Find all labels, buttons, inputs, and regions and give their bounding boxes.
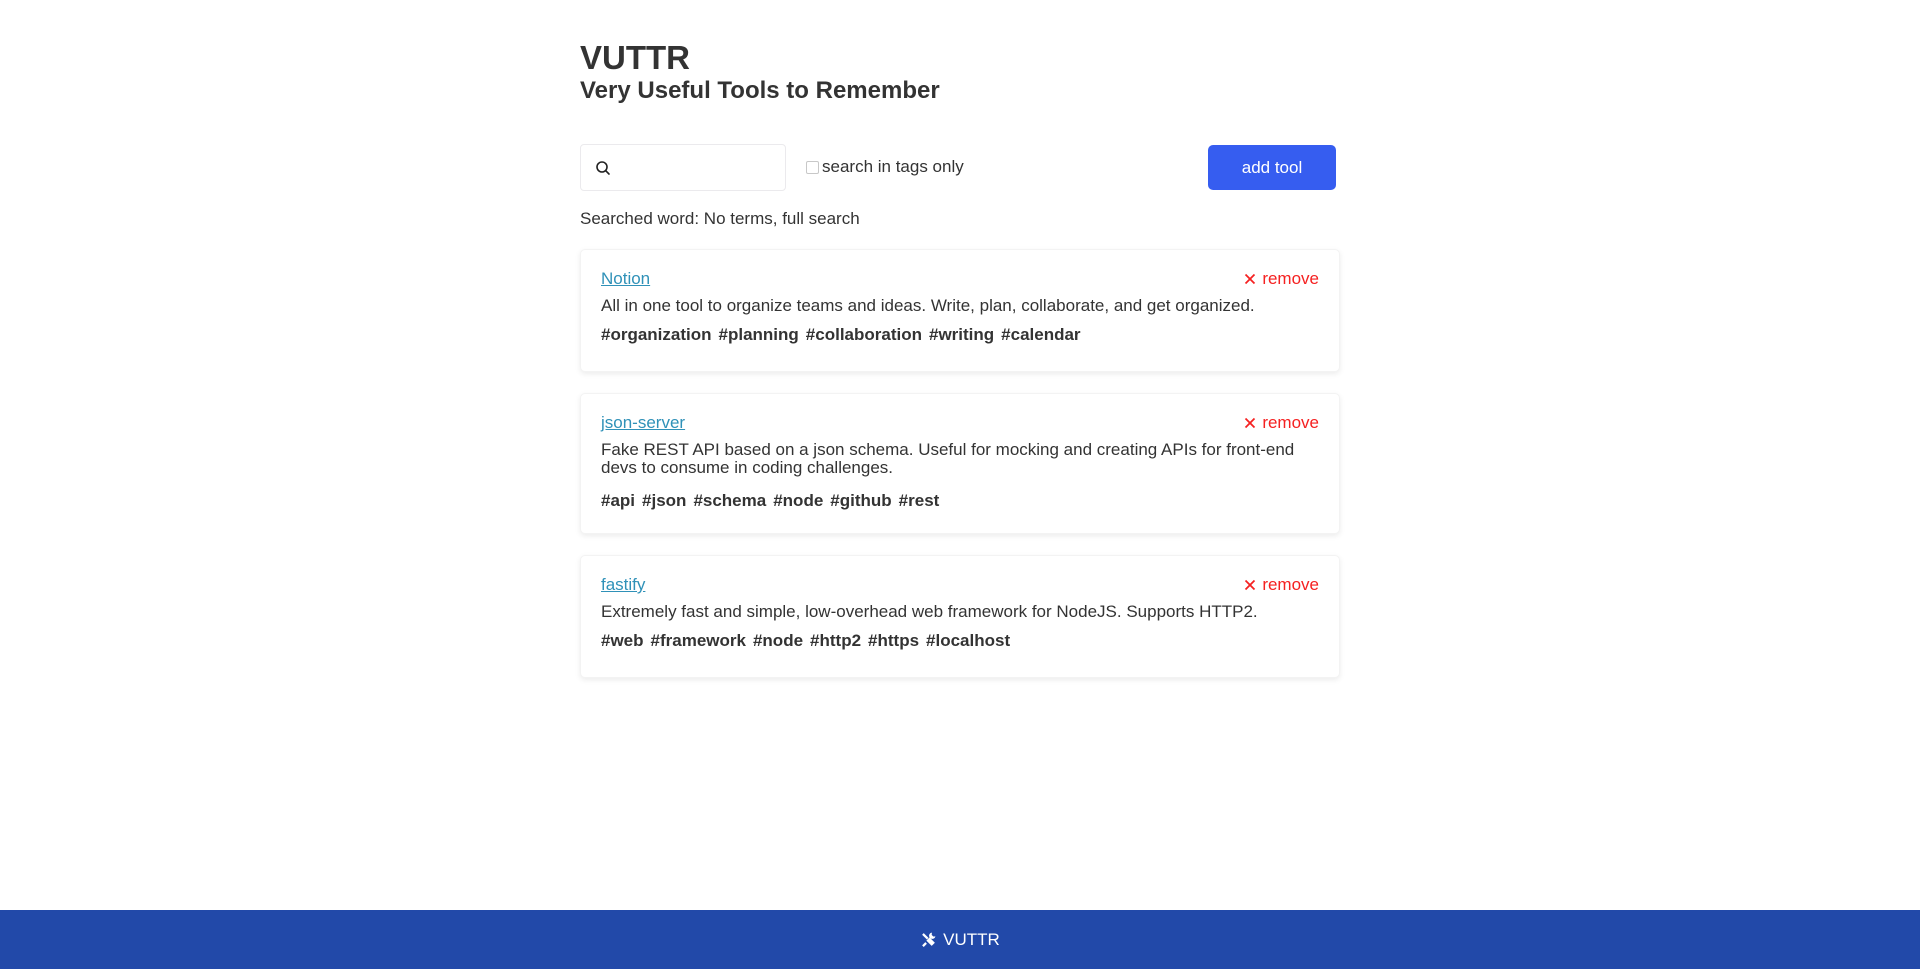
remove-tool-button[interactable]: remove	[1244, 413, 1319, 433]
remove-label: remove	[1262, 575, 1319, 594]
close-icon	[1245, 273, 1256, 285]
tool-tag: #localhost	[926, 631, 1011, 650]
tool-tag: #web	[601, 631, 644, 650]
search-icon	[596, 161, 610, 175]
remove-label: remove	[1262, 413, 1319, 432]
tool-tag: #node	[752, 631, 804, 650]
tool-tag: #calendar	[1001, 325, 1081, 344]
tools-icon	[922, 932, 936, 947]
tool-description: All in one tool to organize teams and id…	[601, 296, 1255, 315]
tool-description: Extremely fast and simple, low-overhead …	[601, 602, 1258, 621]
remove-tool-button[interactable]: remove	[1244, 269, 1319, 289]
tool-tag: #schema	[693, 491, 767, 510]
app-subtitle: Very Useful Tools to Remember	[580, 77, 940, 104]
tool-tag: #github	[830, 491, 892, 510]
search-status: Searched word: No terms, full search	[580, 209, 860, 228]
tool-card: json-server remove Fake REST API based on …	[580, 393, 1340, 534]
tool-card: Notion remove All in one tool to organize …	[580, 249, 1340, 372]
tags-only-label: search in tags only	[822, 157, 964, 176]
search-input[interactable]	[619, 153, 779, 183]
footer: VUTTR	[0, 910, 1920, 969]
remove-label: remove	[1262, 269, 1319, 288]
tool-tag: #organization	[601, 325, 712, 344]
add-tool-button[interactable]: add tool	[1208, 145, 1336, 190]
tool-name-link[interactable]: fastify	[601, 575, 645, 595]
tool-description: Fake REST API based on a json schema. Us…	[601, 440, 1295, 477]
close-icon	[1245, 579, 1256, 591]
tags-only-toggle[interactable]: search in tags only	[806, 157, 964, 177]
tool-tag: #collaboration	[805, 325, 922, 344]
tool-card: fastify remove Extremely fast and simple, …	[580, 555, 1340, 678]
tool-tag: #api	[601, 491, 636, 510]
tool-tag: #planning	[718, 325, 799, 344]
tool-tag: #framework	[650, 631, 746, 650]
tool-tag: #node	[773, 491, 824, 510]
footer-label: VUTTR	[943, 929, 1000, 949]
tool-name-link[interactable]: json-server	[601, 413, 685, 433]
app-title: VUTTR	[580, 39, 690, 76]
tool-tag: #https	[868, 631, 920, 650]
tool-tag: #json	[642, 491, 687, 510]
tool-tags: #api #json #schema #node #github #rest	[601, 491, 946, 511]
tool-tag: #rest	[898, 491, 940, 510]
tool-name-link[interactable]: Notion	[601, 269, 650, 289]
tool-tag: #writing	[928, 325, 995, 344]
tags-only-checkbox[interactable]	[806, 160, 819, 174]
tool-tags: #web #framework #node #http2 #https #localhos…	[601, 631, 1017, 651]
tool-tag: #http2	[810, 631, 862, 650]
search-box[interactable]	[580, 144, 786, 191]
tool-tags: #organization #planning #collaboration #wri…	[601, 325, 1088, 345]
close-icon	[1245, 417, 1256, 429]
remove-tool-button[interactable]: remove	[1244, 575, 1319, 595]
